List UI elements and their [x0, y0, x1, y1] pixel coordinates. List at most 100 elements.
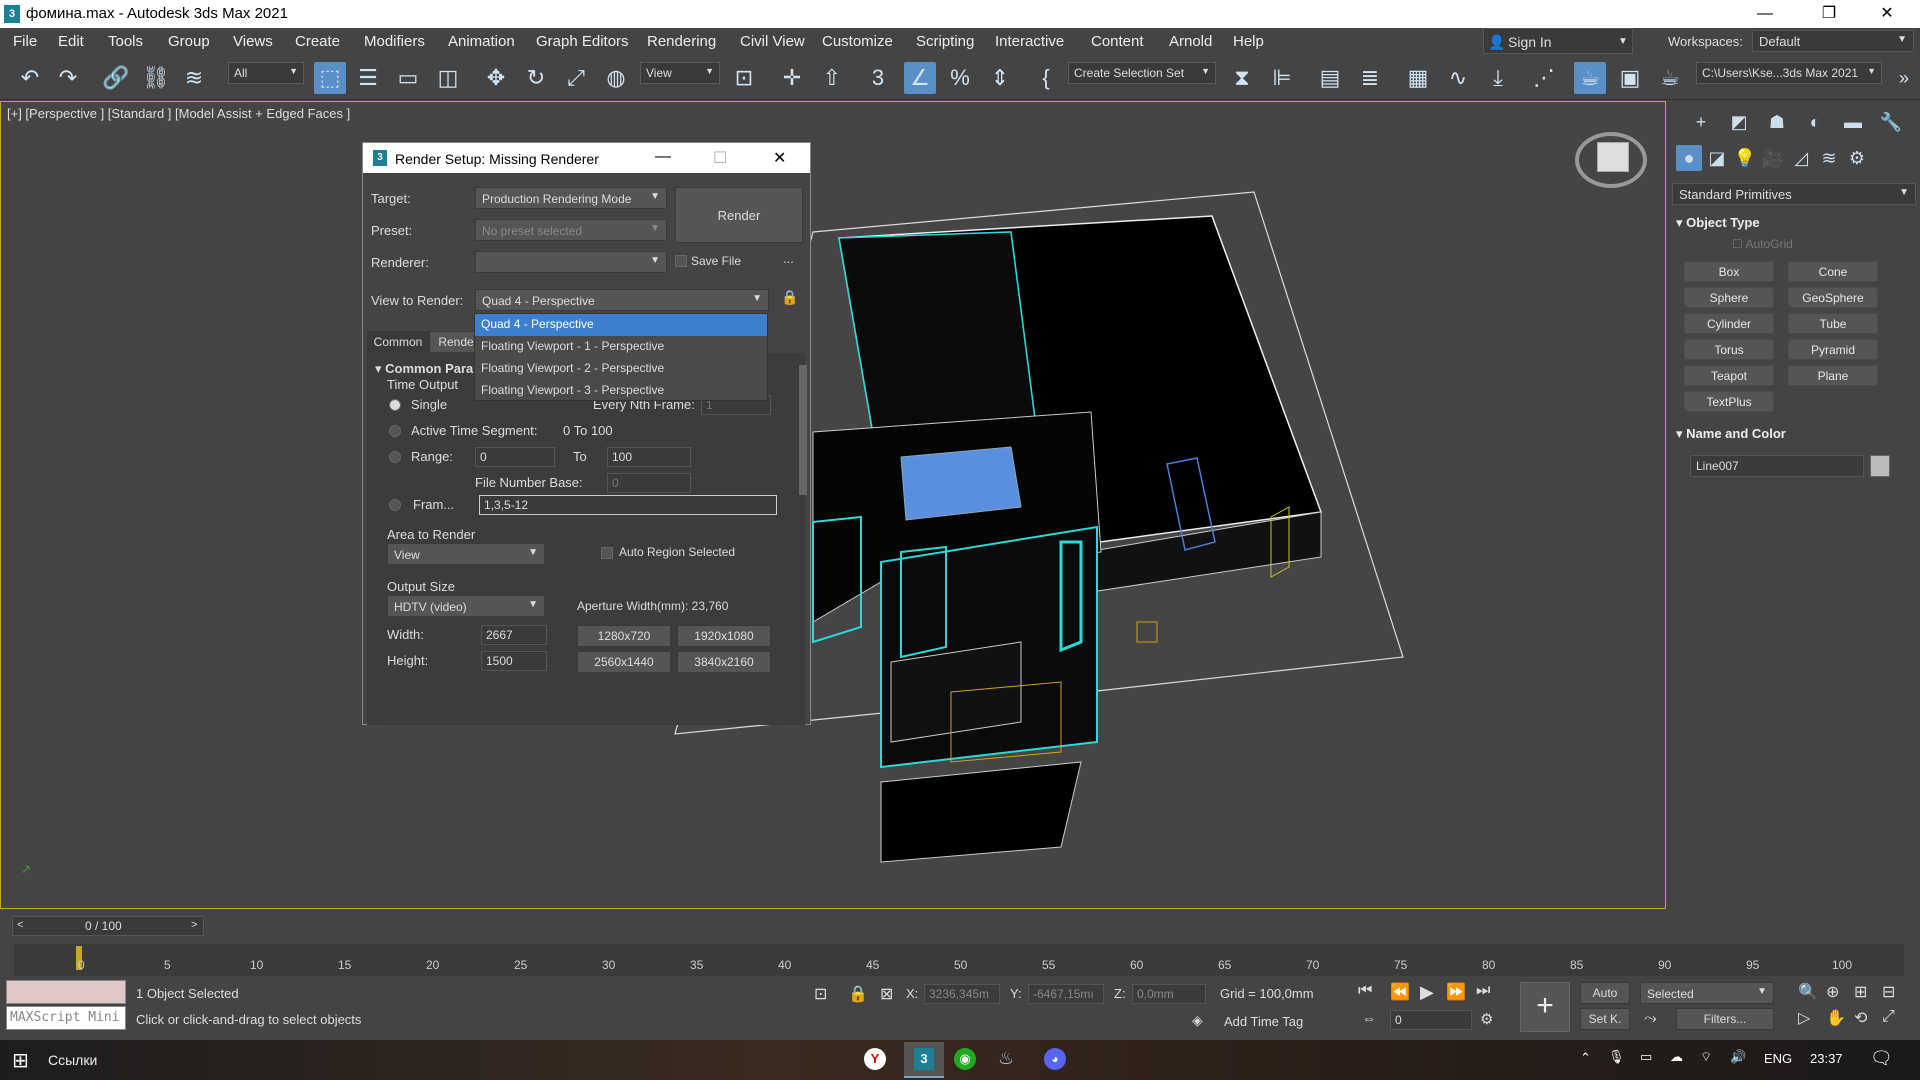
y-coordinate-input[interactable]: -6467,15mı: [1028, 984, 1104, 1004]
project-path-dropdown[interactable]: C:\Users\Kse...3ds Max 2021 ▼: [1696, 62, 1882, 84]
geosphere-button[interactable]: GeoSphere: [1788, 287, 1878, 308]
geometry-icon[interactable]: ●: [1676, 145, 1702, 171]
modify-tab-icon[interactable]: ◩: [1726, 109, 1752, 135]
autogrid-checkbox[interactable]: ☐ AutoGrid: [1732, 237, 1793, 251]
battery-icon[interactable]: ▭: [1640, 1049, 1652, 1065]
add-time-tag-button[interactable]: Add Time Tag: [1224, 1014, 1303, 1029]
active-time-segment-radio[interactable]: [389, 425, 401, 437]
category-dropdown[interactable]: Standard Primitives ▼: [1672, 183, 1916, 205]
view-option-floating-3[interactable]: Floating Viewport - 3 - Perspective: [475, 380, 767, 402]
reference-coordinate-dropdown[interactable]: View ▼: [640, 62, 720, 84]
move-icon[interactable]: ✥: [480, 62, 512, 94]
dialog-title-bar[interactable]: 3 Render Setup: Missing Renderer — ☐ ✕: [363, 143, 810, 173]
menu-modifiers[interactable]: Modifiers: [364, 33, 425, 50]
auto-key-button[interactable]: Auto: [1580, 982, 1630, 1004]
motion-tab-icon[interactable]: ◐: [1802, 109, 1828, 135]
close-button[interactable]: ✕: [1858, 0, 1916, 28]
menu-content[interactable]: Content: [1091, 33, 1144, 50]
menu-rendering[interactable]: Rendering: [647, 33, 716, 50]
snaps-toggle-icon[interactable]: 3: [862, 62, 894, 94]
track-bar[interactable]: 0 5 10 15 20 25 30 35 40 45 50 55 60 65 …: [14, 944, 1904, 976]
menu-group[interactable]: Group: [168, 33, 210, 50]
x-coordinate-input[interactable]: 3236,345m: [924, 984, 1000, 1004]
edit-named-selection-icon[interactable]: {: [1030, 62, 1062, 94]
save-file-browse-button[interactable]: ...: [783, 251, 794, 266]
maxscript-mini-input[interactable]: MAXScript Mini: [6, 1006, 126, 1030]
object-name-input[interactable]: Line007: [1690, 455, 1864, 477]
next-frame-icon[interactable]: >: [191, 919, 197, 931]
absolute-mode-icon[interactable]: ⊠: [880, 984, 893, 1004]
range-radio[interactable]: [389, 451, 401, 463]
dope-sheet-icon[interactable]: ⤓: [1482, 62, 1514, 94]
view-to-render-dropdown[interactable]: Quad 4 - Perspective ▼: [475, 289, 769, 311]
area-to-render-dropdown[interactable]: View ▼: [387, 543, 545, 565]
display-tab-icon[interactable]: ▬: [1840, 109, 1866, 135]
name-and-color-rollout[interactable]: ▾ Name and Color: [1676, 426, 1914, 442]
dialog-minimize-button[interactable]: —: [655, 148, 671, 166]
create-tab-icon[interactable]: +: [1688, 109, 1714, 135]
selection-filter-dropdown[interactable]: All ▼: [228, 62, 304, 84]
systems-icon[interactable]: ⚙: [1844, 145, 1870, 171]
menu-tools[interactable]: Tools: [108, 33, 143, 50]
zoom-all-icon[interactable]: ⊕: [1826, 982, 1839, 1002]
bind-spacewarp-icon[interactable]: ≋: [178, 62, 210, 94]
preset-1280x720-button[interactable]: 1280x720: [577, 625, 671, 647]
set-key-icon[interactable]: +: [1520, 982, 1570, 1032]
volume-icon[interactable]: 🔊: [1730, 1049, 1746, 1065]
menu-edit[interactable]: Edit: [58, 33, 84, 50]
auto-region-checkbox[interactable]: [601, 547, 613, 559]
undo-icon[interactable]: ↶: [14, 62, 46, 94]
cylinder-button[interactable]: Cylinder: [1684, 313, 1774, 334]
cone-button[interactable]: Cone: [1788, 261, 1878, 282]
render-button[interactable]: Render: [675, 187, 803, 243]
dialog-close-button[interactable]: ✕: [773, 148, 786, 168]
rendered-frame-window-icon[interactable]: ▣: [1614, 62, 1646, 94]
keyboard-shortcut-icon[interactable]: ⇧: [816, 62, 848, 94]
maxscript-listener[interactable]: [6, 980, 126, 1004]
align-icon[interactable]: ⊫: [1266, 62, 1298, 94]
preset-dropdown[interactable]: No preset selected ▼: [475, 219, 667, 241]
zoom-extents-all-icon[interactable]: ⊟: [1882, 982, 1895, 1002]
zoom-icon[interactable]: 🔍: [1798, 982, 1818, 1002]
view-option-quad4[interactable]: Quad 4 - Perspective: [475, 314, 767, 336]
hierarchy-tab-icon[interactable]: ☗: [1764, 109, 1790, 135]
width-input[interactable]: 2667: [481, 625, 547, 645]
rectangular-selection-icon[interactable]: ▭: [392, 62, 424, 94]
menu-graph-editors[interactable]: Graph Editors: [536, 33, 629, 50]
spinner-snap-icon[interactable]: ⇕: [984, 62, 1016, 94]
expand-toolbar-icon[interactable]: »: [1888, 62, 1920, 94]
range-end-input[interactable]: 100: [607, 447, 691, 467]
go-to-start-icon[interactable]: ⏮: [1358, 982, 1372, 1000]
key-filter-dropdown[interactable]: Selected ▼: [1640, 982, 1774, 1004]
time-tag-icon[interactable]: ◈: [1192, 1012, 1203, 1029]
scene-explorer-icon[interactable]: ▤: [1314, 62, 1346, 94]
tab-common[interactable]: Common: [367, 331, 429, 353]
view-option-floating-2[interactable]: Floating Viewport - 2 - Perspective: [475, 358, 767, 380]
selection-lock-icon[interactable]: 🔒: [848, 984, 868, 1004]
common-parameters-rollout[interactable]: ▾ Common Para: [375, 361, 473, 377]
field-of-view-icon[interactable]: ▷: [1798, 1008, 1810, 1028]
object-color-swatch[interactable]: [1870, 455, 1890, 477]
preset-2560x1440-button[interactable]: 2560x1440: [577, 651, 671, 673]
notifications-icon[interactable]: 🗨: [1870, 1048, 1893, 1069]
windows-start-icon[interactable]: ⊞: [12, 1048, 29, 1073]
angle-snap-icon[interactable]: ∠: [904, 62, 936, 94]
steam-icon[interactable]: ♨: [998, 1048, 1020, 1070]
menu-scripting[interactable]: Scripting: [916, 33, 974, 50]
named-selection-set-dropdown[interactable]: Create Selection Set ▼: [1068, 62, 1216, 84]
viewcube-icon[interactable]: [1575, 132, 1647, 188]
file-number-base-input[interactable]: 0: [607, 473, 691, 493]
torus-button[interactable]: Torus: [1684, 339, 1774, 360]
curve-editor-icon[interactable]: ∿: [1442, 62, 1474, 94]
percent-snap-icon[interactable]: %: [944, 62, 976, 94]
current-frame-input[interactable]: 0: [1390, 1010, 1472, 1030]
renderer-dropdown[interactable]: ▼: [475, 251, 667, 273]
frames-input[interactable]: 1,3,5-12: [479, 495, 777, 515]
save-file-checkbox[interactable]: [675, 255, 687, 267]
view-option-floating-1[interactable]: Floating Viewport - 1 - Perspective: [475, 336, 767, 358]
pyramid-button[interactable]: Pyramid: [1788, 339, 1878, 360]
discord-icon[interactable]: ◕: [1044, 1048, 1066, 1070]
orbit-icon[interactable]: ⟲: [1854, 1008, 1867, 1028]
single-radio[interactable]: [389, 399, 401, 411]
maximize-viewport-icon[interactable]: ⤢: [1882, 1008, 1895, 1026]
